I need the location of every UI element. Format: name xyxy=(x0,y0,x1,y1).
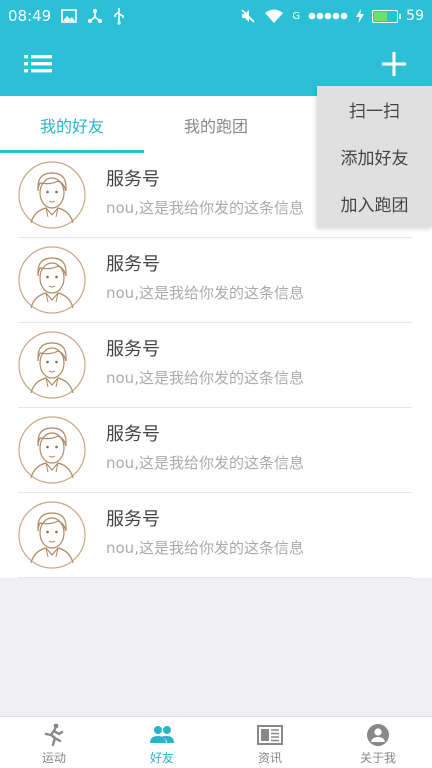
list-item[interactable]: 服务号 nou,这是我给你发的这条信息 xyxy=(0,238,432,323)
charging-icon xyxy=(356,9,365,23)
friends-icon xyxy=(150,726,174,743)
share-icon xyxy=(87,8,103,24)
friend-name: 服务号 xyxy=(106,339,160,360)
friend-name: 服务号 xyxy=(106,509,160,530)
avatar xyxy=(18,246,86,314)
battery-fill xyxy=(374,11,388,21)
image-icon xyxy=(61,9,78,23)
signal-dots-icon xyxy=(308,12,348,20)
list-item[interactable]: 服务号 nou,这是我给你发的这条信息 xyxy=(0,323,432,408)
status-bar: 08:49 G 59 xyxy=(0,0,432,32)
nav-label: 好友 xyxy=(149,751,174,765)
status-time: 08:49 xyxy=(8,7,52,25)
avatar xyxy=(18,331,86,399)
nav-item-sport[interactable]: 运动 xyxy=(0,717,108,768)
friend-last-message: nou,这是我给你发的这条信息 xyxy=(106,284,304,302)
profile-icon xyxy=(367,724,389,746)
nav-label: 关于我 xyxy=(359,751,396,765)
nav-label: 运动 xyxy=(41,751,66,765)
list-item[interactable]: 服务号 nou,这是我给你发的这条信息 xyxy=(0,408,432,493)
avatar xyxy=(18,501,86,569)
network-type-label: G xyxy=(292,10,301,22)
tab-label: 我的跑团 xyxy=(183,116,248,136)
menu-item-add-friend[interactable]: 添加好友 xyxy=(317,133,432,180)
friend-last-message: nou,这是我给你发的这条信息 xyxy=(106,369,304,387)
running-icon xyxy=(44,723,64,747)
menu-item-scan[interactable]: 扫一扫 xyxy=(317,86,432,133)
friend-name: 服务号 xyxy=(106,254,160,275)
tab-label: 我的好友 xyxy=(39,116,104,136)
nav-item-friends[interactable]: 好友 xyxy=(108,717,216,768)
news-icon xyxy=(257,725,283,745)
usb-icon xyxy=(113,7,125,25)
avatar xyxy=(18,416,86,484)
list-menu-icon[interactable] xyxy=(22,52,54,76)
friend-name: 服务号 xyxy=(106,424,160,445)
wifi-icon xyxy=(264,8,284,24)
plus-icon[interactable] xyxy=(378,48,410,80)
list-item[interactable]: 服务号 nou,这是我给你发的这条信息 xyxy=(0,493,432,578)
tab-my-friends[interactable]: 我的好友 xyxy=(0,96,144,153)
friend-name: 服务号 xyxy=(106,169,160,190)
menu-item-join-group[interactable]: 加入跑团 xyxy=(317,180,432,227)
battery-level: 59 xyxy=(406,8,424,24)
nav-item-about-me[interactable]: 关于我 xyxy=(324,717,432,768)
bottom-nav: 运动 好友 资讯 关于我 xyxy=(0,716,432,768)
friend-last-message: nou,这是我给你发的这条信息 xyxy=(106,539,304,557)
avatar xyxy=(18,161,86,229)
nav-label: 资讯 xyxy=(257,751,282,765)
nav-item-news[interactable]: 资讯 xyxy=(216,717,324,768)
add-dropdown-menu: 扫一扫 添加好友 加入跑团 xyxy=(317,86,432,227)
tab-my-running-groups[interactable]: 我的跑团 xyxy=(144,96,288,153)
battery-icon xyxy=(372,9,402,23)
friend-last-message: nou,这是我给你发的这条信息 xyxy=(106,199,304,217)
friend-last-message: nou,这是我给你发的这条信息 xyxy=(106,454,304,472)
mute-icon xyxy=(240,8,256,24)
